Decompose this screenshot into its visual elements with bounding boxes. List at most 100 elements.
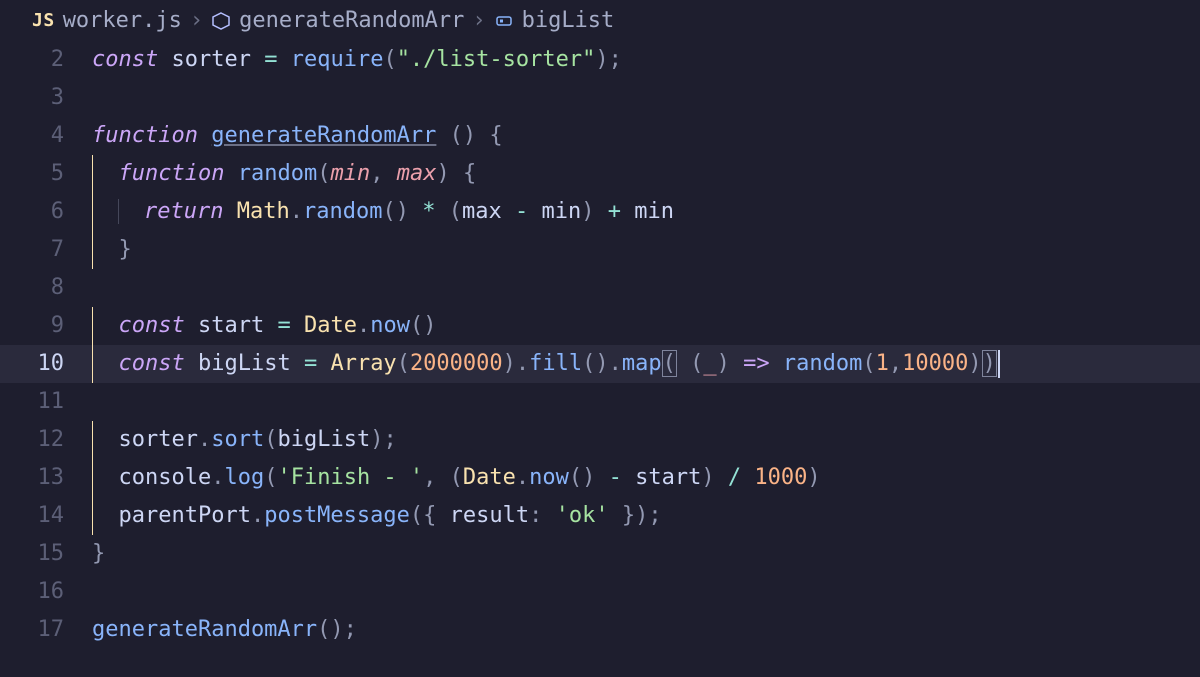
ident-math: Math (237, 199, 290, 224)
line-number: 13 (0, 459, 92, 497)
fn-call: sort (211, 427, 264, 452)
breadcrumb-function[interactable]: generateRandomArr (239, 8, 464, 33)
breadcrumb-variable[interactable]: bigList (522, 8, 615, 33)
breadcrumb: JS worker.js › generateRandomArr › bigLi… (0, 0, 1200, 39)
code-line[interactable]: 3 (0, 79, 1200, 117)
breadcrumb-file[interactable]: worker.js (63, 8, 182, 33)
code-line[interactable]: 8 (0, 269, 1200, 307)
line-number: 17 (0, 611, 92, 649)
ident-date: Date (463, 465, 516, 490)
ident: bigList (198, 351, 291, 376)
line-number: 6 (0, 193, 92, 231)
code-content[interactable]: const sorter = require("./list-sorter"); (92, 41, 1200, 79)
keyword-function: function (92, 123, 198, 148)
fn-call: now (529, 465, 569, 490)
param: _ (703, 351, 716, 376)
keyword-return: return (144, 199, 223, 224)
number: 2000000 (410, 351, 503, 376)
code-content[interactable]: console.log('Finish - ', (Date.now() - s… (92, 459, 1200, 497)
method-icon (211, 11, 231, 31)
code-content[interactable]: parentPort.postMessage({ result: 'ok' })… (92, 497, 1200, 535)
ident: min (541, 199, 581, 224)
line-number: 5 (0, 155, 92, 193)
code-content[interactable]: function generateRandomArr () { (92, 117, 1200, 155)
fn-decl: generateRandomArr (211, 123, 436, 148)
line-number: 7 (0, 231, 92, 269)
js-file-icon: JS (32, 10, 55, 31)
variable-icon (494, 11, 514, 31)
keyword-function: function (119, 161, 225, 186)
ident-date: Date (304, 313, 357, 338)
code-line[interactable]: 17 generateRandomArr(); (0, 611, 1200, 649)
chevron-right-icon: › (472, 8, 485, 33)
ident: max (462, 199, 502, 224)
number: 1 (876, 351, 889, 376)
ident: console (119, 465, 212, 490)
param: max (397, 161, 437, 186)
number: 10000 (902, 351, 968, 376)
chevron-right-icon: › (190, 8, 203, 33)
code-line[interactable]: 13 console.log('Finish - ', (Date.now() … (0, 459, 1200, 497)
number: 1000 (754, 465, 807, 490)
code-line[interactable]: 4 function generateRandomArr () { (0, 117, 1200, 155)
code-line-current[interactable]: 10 const bigList = Array(2000000).fill()… (0, 345, 1200, 383)
string: 'Finish - ' (277, 465, 423, 490)
ident: bigList (277, 427, 370, 452)
ident: start (635, 465, 701, 490)
fn-call: now (370, 313, 410, 338)
code-line[interactable]: 6 return Math.random() * (max - min) + m… (0, 193, 1200, 231)
code-line[interactable]: 15 } (0, 535, 1200, 573)
line-number: 9 (0, 307, 92, 345)
code-line[interactable]: 16 (0, 573, 1200, 611)
keyword-const: const (119, 313, 185, 338)
line-number: 2 (0, 41, 92, 79)
fn-decl: random (238, 161, 317, 186)
line-number: 14 (0, 497, 92, 535)
fn-call: map (622, 351, 662, 376)
fn-call: generateRandomArr (92, 617, 317, 642)
code-content[interactable]: } (92, 535, 1200, 573)
code-content[interactable]: const bigList = Array(2000000).fill().ma… (92, 345, 1200, 383)
line-number: 3 (0, 79, 92, 117)
code-content[interactable]: sorter.sort(bigList); (92, 421, 1200, 459)
ident: parentPort (119, 503, 251, 528)
code-line[interactable]: 9 const start = Date.now() (0, 307, 1200, 345)
fn-call: fill (529, 351, 582, 376)
string: 'ok' (556, 503, 609, 528)
line-number: 8 (0, 269, 92, 307)
keyword-const: const (119, 351, 185, 376)
line-number: 11 (0, 383, 92, 421)
code-line[interactable]: 11 (0, 383, 1200, 421)
code-editor[interactable]: 2 const sorter = require("./list-sorter"… (0, 39, 1200, 649)
code-content[interactable]: } (92, 231, 1200, 269)
arrow: => (743, 351, 770, 376)
line-number: 4 (0, 117, 92, 155)
ident: sorter (119, 427, 198, 452)
line-number: 10 (0, 345, 92, 383)
code-content[interactable]: const start = Date.now() (92, 307, 1200, 345)
code-content[interactable]: generateRandomArr(); (92, 611, 1200, 649)
code-line[interactable]: 12 sorter.sort(bigList); (0, 421, 1200, 459)
keyword-const: const (92, 47, 158, 72)
line-number: 16 (0, 573, 92, 611)
line-number: 15 (0, 535, 92, 573)
fn-call: log (224, 465, 264, 490)
fn-call: random (303, 199, 382, 224)
code-line[interactable]: 2 const sorter = require("./list-sorter"… (0, 41, 1200, 79)
line-number: 12 (0, 421, 92, 459)
ident: min (634, 199, 674, 224)
text-cursor (998, 350, 1000, 378)
code-content[interactable]: return Math.random() * (max - min) + min (92, 193, 1200, 231)
fn-call: random (783, 351, 862, 376)
ident-array: Array (330, 351, 396, 376)
param: min (330, 161, 370, 186)
code-content[interactable]: function random(min, max) { (92, 155, 1200, 193)
code-line[interactable]: 14 parentPort.postMessage({ result: 'ok'… (0, 497, 1200, 535)
fn-call: postMessage (264, 503, 410, 528)
code-line[interactable]: 7 } (0, 231, 1200, 269)
string: "./list-sorter" (397, 47, 596, 72)
prop: result (450, 503, 529, 528)
ident: sorter (171, 47, 250, 72)
code-line[interactable]: 5 function random(min, max) { (0, 155, 1200, 193)
fn-call: require (291, 47, 384, 72)
